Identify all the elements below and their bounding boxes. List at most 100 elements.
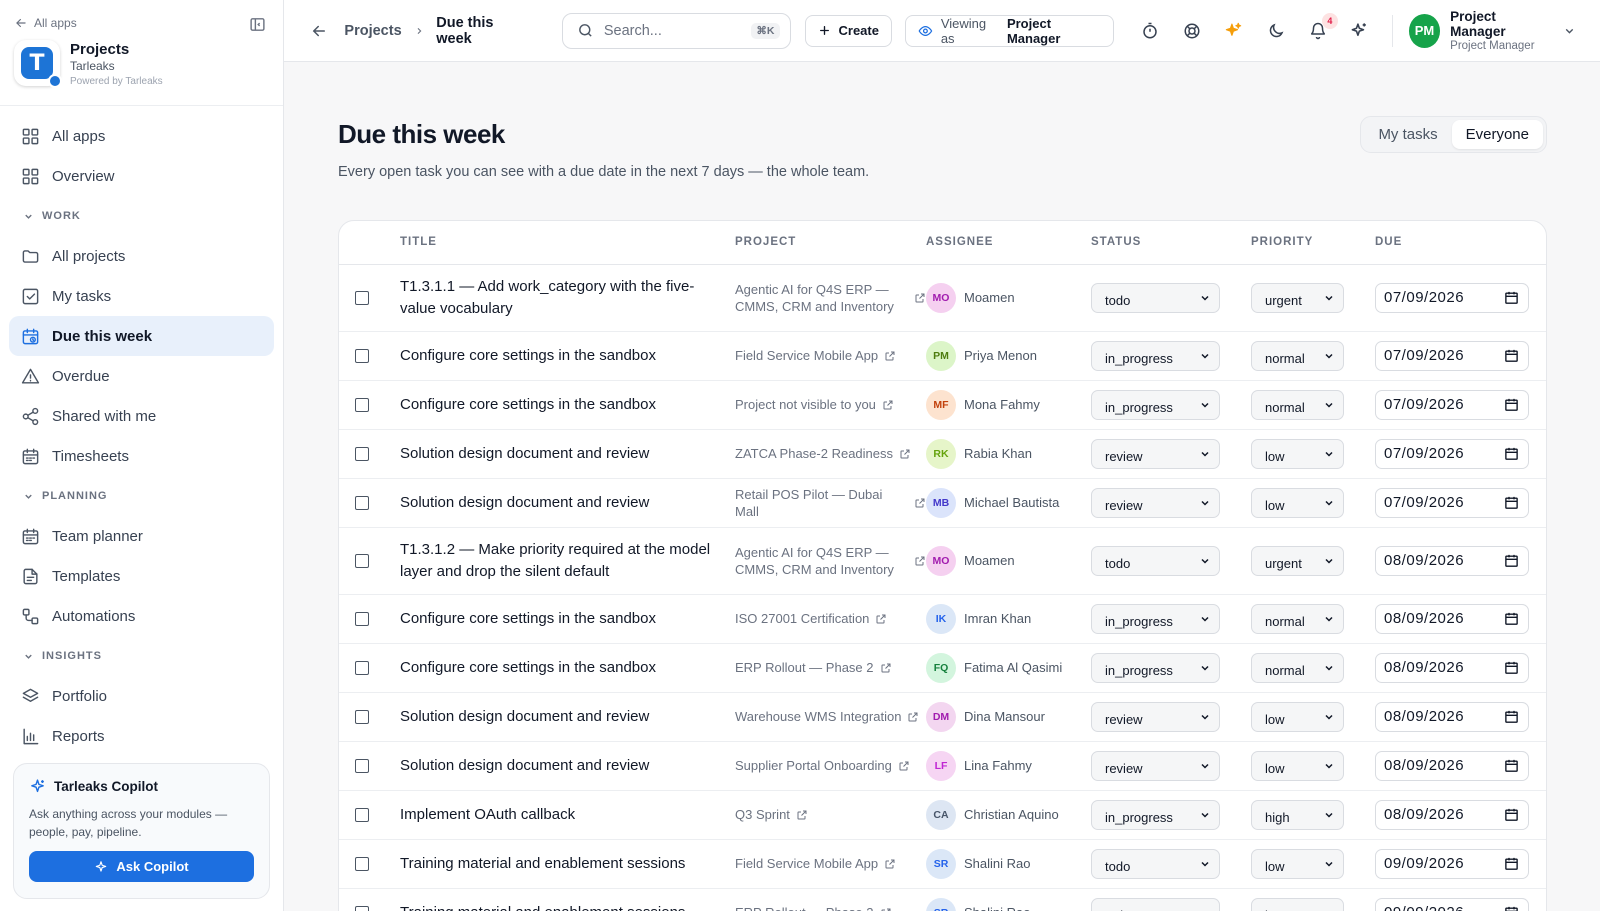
priority-select[interactable]: low [1251, 897, 1344, 911]
row-checkbox[interactable] [355, 348, 369, 363]
external-link-icon[interactable] [914, 555, 926, 567]
status-select[interactable]: in_progress [1091, 799, 1220, 830]
sidebar-item-templates[interactable]: Templates [9, 556, 274, 596]
calendar-icon[interactable] [1504, 660, 1519, 675]
external-link-icon[interactable] [914, 497, 926, 509]
viewing-as-button[interactable]: Viewing as Project Manager [904, 14, 1114, 47]
create-button[interactable]: Create [804, 14, 892, 47]
row-checkbox[interactable] [355, 709, 369, 724]
task-title[interactable]: Implement OAuth callback [400, 790, 735, 840]
status-select[interactable]: in_progress [1091, 389, 1220, 420]
section-insights[interactable]: INSIGHTS [9, 636, 274, 676]
project-link[interactable]: Agentic AI for Q4S ERP — CMMS, CRM and I… [735, 544, 926, 578]
project-link[interactable]: Field Service Mobile App [735, 347, 926, 364]
external-link-icon[interactable] [884, 350, 896, 362]
priority-select[interactable]: low [1251, 487, 1344, 518]
project-link[interactable]: ERP Rollout — Phase 2 [735, 904, 926, 911]
task-title[interactable]: Solution design document and review [400, 429, 735, 479]
calendar-icon[interactable] [1504, 348, 1519, 363]
task-title[interactable]: Solution design document and review [400, 741, 735, 791]
priority-select[interactable]: normal [1251, 389, 1344, 420]
sidebar-item-overdue[interactable]: Overdue [9, 356, 274, 396]
task-title[interactable]: T1.3.1.2 — Make priority required at the… [400, 527, 735, 595]
task-title[interactable]: Configure core settings in the sandbox [400, 643, 735, 693]
calendar-icon[interactable] [1504, 905, 1519, 911]
external-link-icon[interactable] [880, 907, 892, 911]
due-date-input[interactable]: 08/09/2026 [1375, 603, 1529, 634]
calendar-icon[interactable] [1504, 553, 1519, 568]
column-header-assignee[interactable]: ASSIGNEE [926, 221, 1091, 265]
row-checkbox[interactable] [355, 660, 369, 675]
task-title[interactable]: Solution design document and review [400, 478, 735, 528]
priority-select[interactable]: low [1251, 438, 1344, 469]
priority-select[interactable]: urgent [1251, 545, 1344, 576]
project-link[interactable]: Supplier Portal Onboarding [735, 757, 926, 774]
status-select[interactable]: todo [1091, 545, 1220, 576]
user-menu[interactable]: PM Project Manager Project Manager [1408, 9, 1576, 52]
sidebar-item-my-tasks[interactable]: My tasks [9, 276, 274, 316]
sidebar-item-overview[interactable]: Overview [9, 156, 274, 196]
external-link-icon[interactable] [898, 760, 910, 772]
project-link[interactable]: Warehouse WMS Integration [735, 708, 926, 725]
breadcrumb-projects[interactable]: Projects [344, 23, 401, 39]
priority-select[interactable]: high [1251, 799, 1344, 830]
sidebar-item-team-planner[interactable]: Team planner [9, 516, 274, 556]
calendar-icon[interactable] [1504, 709, 1519, 724]
row-checkbox[interactable] [355, 290, 369, 305]
status-select[interactable]: review [1091, 487, 1220, 518]
all-apps-link[interactable]: All apps [14, 16, 269, 30]
external-link-icon[interactable] [914, 292, 926, 304]
sidebar-item-all-apps[interactable]: All apps [9, 116, 274, 156]
notifications-button[interactable]: 4 [1308, 12, 1338, 41]
help-button[interactable] [1182, 21, 1202, 41]
project-link[interactable]: Project not visible to you [735, 396, 926, 413]
task-title[interactable]: Configure core settings in the sandbox [400, 594, 735, 644]
due-date-input[interactable]: 09/09/2026 [1375, 897, 1529, 911]
sidebar-item-reports[interactable]: Reports [9, 716, 274, 756]
column-header-project[interactable]: PROJECT [735, 221, 926, 265]
external-link-icon[interactable] [907, 711, 919, 723]
status-select[interactable]: review [1091, 438, 1220, 469]
ask-copilot-button[interactable]: Ask Copilot [29, 851, 254, 882]
external-link-icon[interactable] [884, 858, 896, 870]
sidebar-item-all-projects[interactable]: All projects [9, 236, 274, 276]
sidebar-item-shared-with-me[interactable]: Shared with me [9, 396, 274, 436]
row-checkbox[interactable] [355, 446, 369, 461]
toggle-my-tasks[interactable]: My tasks [1364, 120, 1451, 149]
project-link[interactable]: Agentic AI for Q4S ERP — CMMS, CRM and I… [735, 281, 926, 315]
sidebar-item-timesheets[interactable]: Timesheets [9, 436, 274, 476]
row-checkbox[interactable] [355, 553, 369, 568]
external-link-icon[interactable] [875, 613, 887, 625]
column-header-priority[interactable]: PRIORITY [1251, 221, 1375, 265]
row-checkbox[interactable] [355, 905, 369, 911]
status-select[interactable]: in_progress [1091, 603, 1220, 634]
project-link[interactable]: Retail POS Pilot — Dubai Mall [735, 486, 926, 520]
status-select[interactable]: review [1091, 701, 1220, 732]
calendar-icon[interactable] [1504, 611, 1519, 626]
section-work[interactable]: WORK [9, 196, 274, 236]
back-button[interactable] [310, 22, 332, 40]
project-link[interactable]: ISO 27001 Certification [735, 610, 926, 627]
ai-sparkle-button[interactable] [1224, 21, 1244, 41]
priority-select[interactable]: low [1251, 848, 1344, 879]
due-date-input[interactable]: 09/09/2026 [1375, 848, 1529, 879]
external-link-icon[interactable] [899, 448, 911, 460]
calendar-icon[interactable] [1504, 856, 1519, 871]
due-date-input[interactable]: 07/09/2026 [1375, 389, 1529, 420]
project-link[interactable]: ERP Rollout — Phase 2 [735, 659, 926, 676]
row-checkbox[interactable] [355, 397, 369, 412]
timer-button[interactable] [1140, 21, 1160, 41]
project-link[interactable]: Q3 Sprint [735, 806, 926, 823]
sidebar-item-automations[interactable]: Automations [9, 596, 274, 636]
task-title[interactable]: Training material and enablement session… [400, 839, 735, 889]
due-date-input[interactable]: 07/09/2026 [1375, 340, 1529, 371]
due-date-input[interactable]: 08/09/2026 [1375, 652, 1529, 683]
section-planning[interactable]: PLANNING [9, 476, 274, 516]
status-select[interactable]: in_progress [1091, 340, 1220, 371]
priority-select[interactable]: urgent [1251, 282, 1344, 313]
task-title[interactable]: T1.3.1.1 — Add work_category with the fi… [400, 264, 735, 332]
status-select[interactable]: todo [1091, 897, 1220, 911]
due-date-input[interactable]: 08/09/2026 [1375, 545, 1529, 576]
priority-select[interactable]: low [1251, 701, 1344, 732]
row-checkbox[interactable] [355, 758, 369, 773]
